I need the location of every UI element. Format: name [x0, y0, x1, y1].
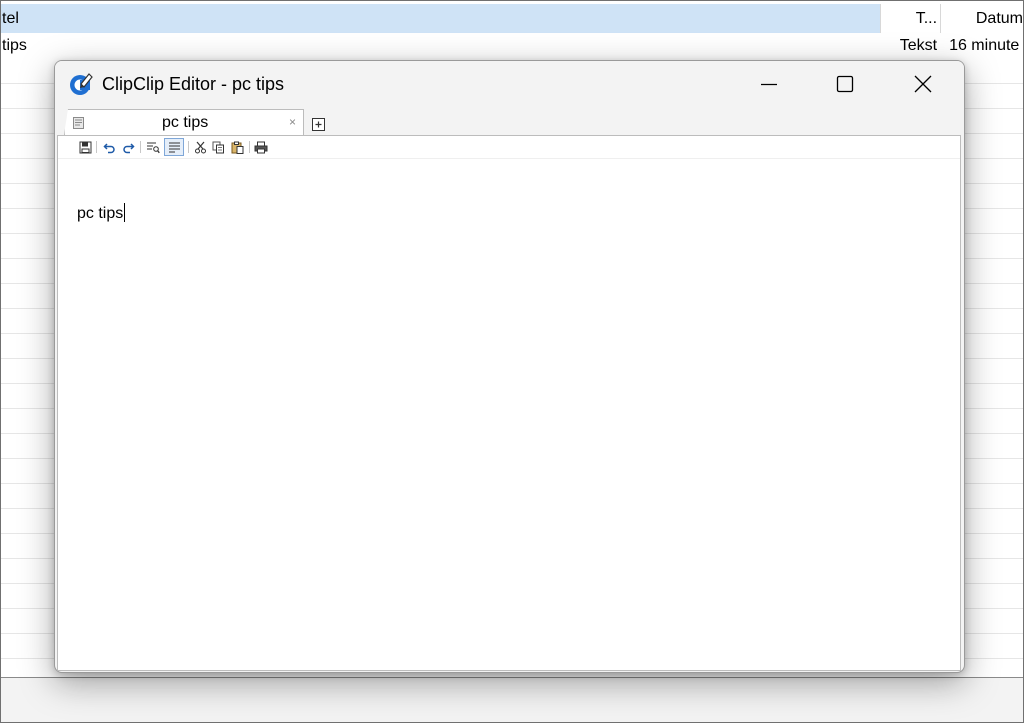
toolbar-separator: [188, 141, 189, 153]
text-caret: [124, 203, 126, 222]
toolbar-separator: [140, 141, 141, 153]
undo-button[interactable]: [101, 139, 117, 155]
list-item[interactable]: tips Tekst 16 minute: [1, 33, 1023, 59]
close-button[interactable]: [885, 61, 961, 107]
editor-text: pc tips: [77, 205, 124, 222]
paste-button[interactable]: [229, 139, 245, 155]
redo-button[interactable]: [120, 139, 136, 155]
toolbar-separator: [96, 141, 97, 153]
find-button[interactable]: [145, 139, 161, 155]
redo-icon: [122, 142, 135, 153]
new-tab-icon[interactable]: [312, 118, 325, 131]
maximize-icon: [836, 75, 854, 93]
print-icon: [254, 141, 268, 153]
list-header: tel T... Datum: [1, 4, 1023, 33]
save-button[interactable]: [77, 139, 93, 155]
editor-toolbar: [58, 136, 960, 159]
editor-text-area[interactable]: pc tips: [77, 203, 126, 224]
column-header-type[interactable]: T...: [881, 4, 942, 33]
toolbar-separator: [249, 141, 250, 153]
minimize-icon: [761, 83, 777, 86]
editor-window: ClipClip Editor - pc tips pc tips × pc t…: [54, 60, 965, 673]
title-bar[interactable]: ClipClip Editor - pc tips: [55, 61, 964, 107]
status-area: [1, 678, 1023, 722]
copy-icon: [212, 141, 224, 153]
tab-strip: pc tips ×: [55, 107, 964, 135]
save-icon: [79, 141, 91, 153]
window-title: ClipClip Editor - pc tips: [102, 74, 285, 94]
word-wrap-button[interactable]: [164, 138, 184, 156]
cut-button[interactable]: [192, 139, 208, 155]
tab-label: pc tips: [162, 114, 209, 131]
list-item-date: 16 minute: [949, 37, 1020, 54]
column-header-date[interactable]: Datum: [941, 4, 1023, 33]
cut-icon: [194, 141, 206, 153]
list-item-type: Tekst: [899, 37, 938, 54]
undo-icon: [102, 142, 115, 153]
word-wrap-icon: [168, 142, 180, 153]
paste-icon: [231, 141, 243, 154]
list-item-title: tips: [2, 37, 27, 54]
find-icon: [147, 142, 160, 153]
copy-button[interactable]: [210, 139, 226, 155]
document-icon: [73, 117, 84, 129]
close-icon: [914, 75, 932, 93]
clipclip-app-icon: [70, 73, 93, 95]
minimize-button[interactable]: [731, 61, 807, 107]
column-header-title[interactable]: tel: [1, 4, 882, 33]
tab-pc-tips[interactable]: pc tips ×: [64, 109, 304, 135]
tab-close-button[interactable]: ×: [289, 115, 296, 129]
maximize-button[interactable]: [807, 61, 883, 107]
print-button[interactable]: [253, 139, 269, 155]
editor-pane[interactable]: pc tips: [57, 135, 961, 671]
